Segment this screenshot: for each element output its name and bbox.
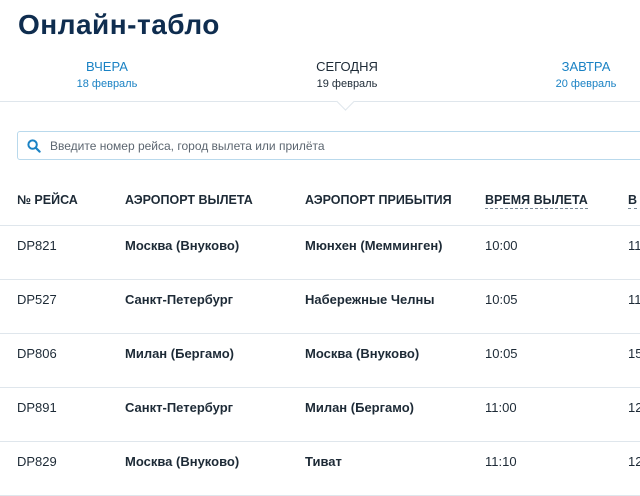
tab-tomorrow-label: ЗАВТРА bbox=[561, 59, 611, 74]
departure-airport: Санкт-Петербург bbox=[125, 400, 234, 415]
column-header-arrival-airport: АЭРОПОРТ ПРИБЫТИЯ bbox=[305, 193, 452, 207]
table-row: DP527 Санкт-Петербург Набережные Челны 1… bbox=[0, 280, 640, 334]
flight-number: DP829 bbox=[17, 454, 57, 469]
page-title: Онлайн-табло bbox=[18, 9, 220, 40]
flight-number: DP891 bbox=[17, 400, 57, 415]
table-row: DP829 Москва (Внуково) Тиват 11:10 12 bbox=[0, 442, 640, 496]
arrival-airport: Набережные Челны bbox=[305, 292, 435, 307]
search-input[interactable] bbox=[50, 132, 610, 159]
departure-time: 11:00 bbox=[485, 400, 517, 415]
column-header-flight-number: № РЕЙСА bbox=[17, 193, 78, 207]
arrival-airport: Мюнхен (Мемминген) bbox=[305, 238, 443, 253]
departure-time: 10:05 bbox=[485, 346, 518, 361]
departure-airport: Москва (Внуково) bbox=[125, 238, 240, 253]
departure-time: 10:05 bbox=[485, 292, 518, 307]
arrival-time: 11 bbox=[628, 238, 640, 253]
tab-today-date: 19 февраль bbox=[316, 78, 378, 90]
arrival-airport: Тиват bbox=[305, 454, 342, 469]
arrival-time: 15 bbox=[628, 346, 640, 361]
table-header: № РЕЙСА АЭРОПОРТ ВЫЛЕТА АЭРОПОРТ ПРИБЫТИ… bbox=[0, 172, 640, 226]
flights-table: № РЕЙСА АЭРОПОРТ ВЫЛЕТА АЭРОПОРТ ПРИБЫТИ… bbox=[0, 172, 640, 496]
tab-yesterday-date: 18 февраль bbox=[76, 78, 138, 90]
departure-time: 11:10 bbox=[485, 454, 517, 469]
flight-number: DP821 bbox=[17, 238, 57, 253]
departure-airport: Санкт-Петербург bbox=[125, 292, 234, 307]
tab-yesterday[interactable]: ВЧЕРА 18 февраль bbox=[64, 59, 150, 91]
tab-yesterday-label: ВЧЕРА bbox=[86, 59, 128, 74]
column-header-departure-airport: АЭРОПОРТ ВЫЛЕТА bbox=[125, 193, 253, 207]
table-row: DP821 Москва (Внуково) Мюнхен (Мемминген… bbox=[0, 226, 640, 280]
flight-number: DP527 bbox=[17, 292, 57, 307]
arrival-time: 12 bbox=[628, 400, 640, 415]
table-row: DP891 Санкт-Петербург Милан (Бергамо) 11… bbox=[0, 388, 640, 442]
tab-tomorrow[interactable]: ЗАВТРА 20 февраль bbox=[547, 59, 625, 91]
day-tabs: ВЧЕРА 18 февраль СЕГОДНЯ 19 февраль ЗАВТ… bbox=[0, 56, 640, 111]
search-icon[interactable] bbox=[27, 139, 41, 153]
arrival-time: 12 bbox=[628, 454, 640, 469]
table-row: DP806 Милан (Бергамо) Москва (Внуково) 1… bbox=[0, 334, 640, 388]
column-header-arrival-time[interactable]: В bbox=[628, 193, 638, 209]
column-header-departure-time[interactable]: ВРЕМЯ ВЫЛЕТА bbox=[485, 193, 588, 209]
tab-tomorrow-date: 20 февраль bbox=[555, 78, 617, 90]
departure-time: 10:00 bbox=[485, 238, 518, 253]
active-tab-pointer bbox=[336, 92, 355, 111]
flight-number: DP806 bbox=[17, 346, 57, 361]
arrival-time: 11 bbox=[628, 292, 640, 307]
arrival-airport: Москва (Внуково) bbox=[305, 346, 420, 361]
arrival-airport: Милан (Бергамо) bbox=[305, 400, 414, 415]
departure-airport: Милан (Бергамо) bbox=[125, 346, 234, 361]
tab-today[interactable]: СЕГОДНЯ 19 февраль bbox=[300, 59, 394, 91]
search-box bbox=[17, 131, 640, 160]
departure-airport: Москва (Внуково) bbox=[125, 454, 240, 469]
tab-today-label: СЕГОДНЯ bbox=[316, 59, 378, 74]
